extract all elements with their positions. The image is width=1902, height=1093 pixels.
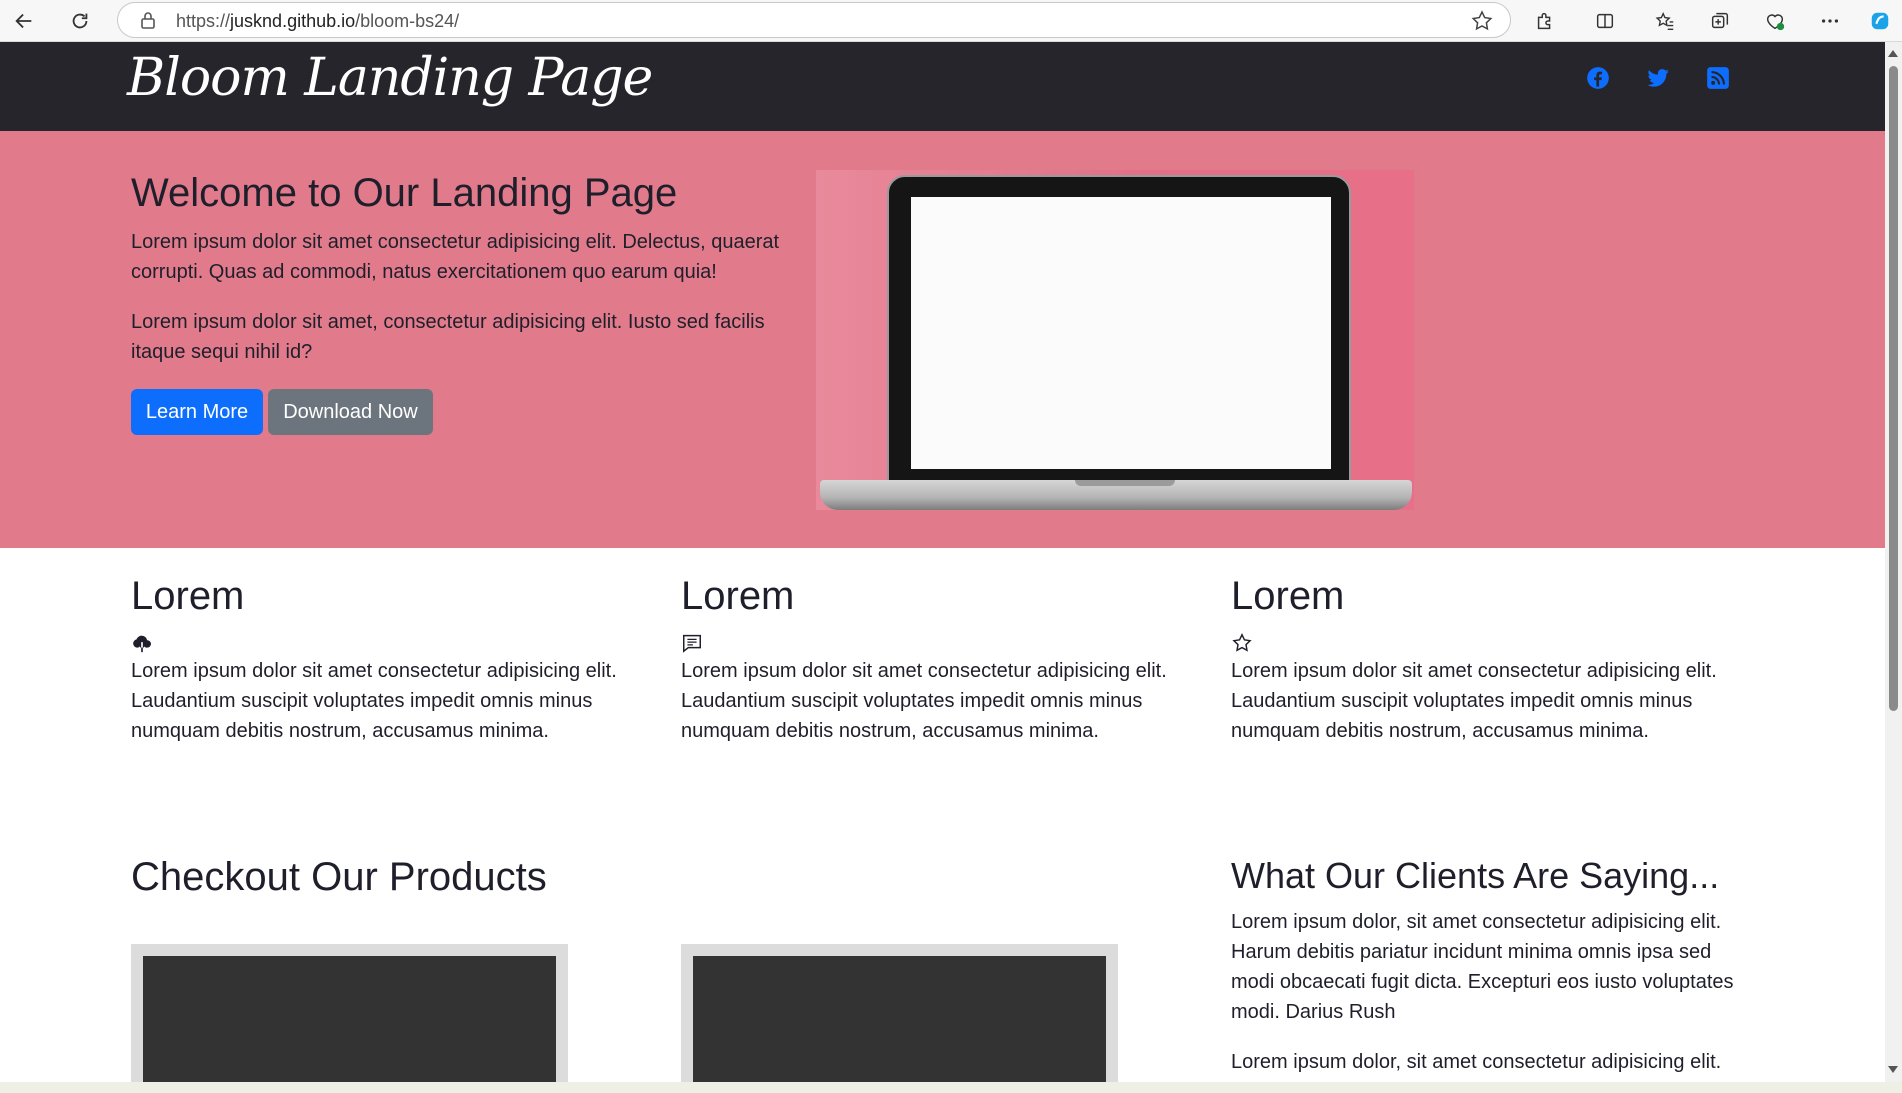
product-card[interactable] [131, 944, 568, 1093]
feature-text: Lorem ipsum dolor sit amet consectetur a… [131, 660, 617, 742]
bottom-edge [0, 1082, 1902, 1093]
collections-button[interactable] [1702, 4, 1738, 38]
copilot-icon [1871, 12, 1889, 30]
extensions-button[interactable] [1527, 4, 1563, 38]
url-text: https://jusknd.github.io/bloom-bs24/ [176, 11, 460, 31]
laptop-image [816, 170, 1414, 510]
rss-link[interactable] [1705, 65, 1733, 93]
feature-text: Lorem ipsum dolor sit amet consectetur a… [681, 660, 1167, 742]
browser-toolbar: https://jusknd.github.io/bloom-bs24/ [0, 0, 1902, 42]
laptop-notch [1075, 480, 1175, 486]
chat-text-icon [681, 632, 703, 654]
facebook-icon [1587, 67, 1609, 89]
favorites-list-icon [1655, 12, 1674, 30]
split-screen-icon [1596, 13, 1614, 29]
feature-column: Lorem Lorem ipsum dolor sit amet consect… [681, 572, 1201, 746]
page-scrollbar[interactable] [1885, 42, 1902, 1082]
hero-paragraph-secondary: Lorem ipsum dolor sit amet, consectetur … [131, 311, 765, 363]
learn-more-button[interactable]: Learn More [131, 389, 263, 435]
feature-title: Lorem [1231, 574, 1345, 618]
scroll-up-arrow-icon[interactable] [1888, 50, 1898, 57]
lock-icon [141, 12, 155, 29]
client-quote: Lorem ipsum dolor, sit amet consectetur … [1231, 1051, 1722, 1073]
feature-column: Lorem Lorem ipsum dolor sit amet consect… [131, 572, 651, 746]
laptop-screen [911, 197, 1331, 469]
split-screen-button[interactable] [1587, 4, 1623, 38]
laptop-lid [887, 175, 1351, 484]
clients-title: What Our Clients Are Saying... [1231, 855, 1720, 896]
product-card[interactable] [681, 944, 1118, 1093]
collections-icon [1711, 12, 1729, 29]
facebook-link[interactable] [1585, 65, 1613, 93]
hero-title: Welcome to Our Landing Page [131, 171, 678, 215]
rss-icon [1707, 67, 1729, 89]
more-menu-button[interactable] [1812, 4, 1848, 38]
arrow-left-icon [15, 13, 32, 29]
feature-text: Lorem ipsum dolor sit amet consectetur a… [1231, 660, 1717, 742]
brand-logo[interactable]: Bloom Landing Page [127, 48, 653, 108]
product-image [143, 956, 556, 1093]
feature-title: Lorem [131, 574, 245, 618]
reload-icon [72, 13, 88, 29]
address-bar[interactable]: https://jusknd.github.io/bloom-bs24/ [117, 2, 1511, 38]
products-title: Checkout Our Products [131, 855, 547, 899]
scroll-thumb[interactable] [1889, 66, 1898, 711]
hero-paragraph: Lorem ipsum dolor sit amet consectetur a… [131, 231, 780, 283]
copilot-button[interactable] [1862, 4, 1898, 38]
hero-section: Welcome to Our Landing Page Lorem ipsum … [0, 131, 1885, 548]
cloud-download-icon [131, 632, 153, 654]
download-now-button[interactable]: Download Now [268, 389, 433, 435]
reload-button[interactable] [62, 4, 98, 38]
star-icon [1231, 632, 1253, 654]
feature-column: Lorem Lorem ipsum dolor sit amet consect… [1231, 572, 1751, 746]
scroll-down-arrow-icon[interactable] [1888, 1066, 1898, 1073]
client-quote: Lorem ipsum dolor, sit amet consectetur … [1231, 911, 1734, 1023]
laptop-base [820, 480, 1412, 510]
browser-essentials-button[interactable] [1757, 4, 1793, 38]
product-image [693, 956, 1106, 1093]
heart-pulse-icon [1766, 14, 1785, 31]
twitter-icon [1647, 69, 1669, 87]
more-dots-icon [1821, 19, 1839, 23]
favorite-star-icon[interactable] [1470, 9, 1494, 33]
site-navbar: Bloom Landing Page [0, 42, 1885, 131]
puzzle-icon [1537, 12, 1551, 30]
back-button[interactable] [6, 4, 42, 38]
twitter-link[interactable] [1645, 65, 1673, 93]
feature-title: Lorem [681, 574, 795, 618]
favorites-button[interactable] [1647, 4, 1683, 38]
